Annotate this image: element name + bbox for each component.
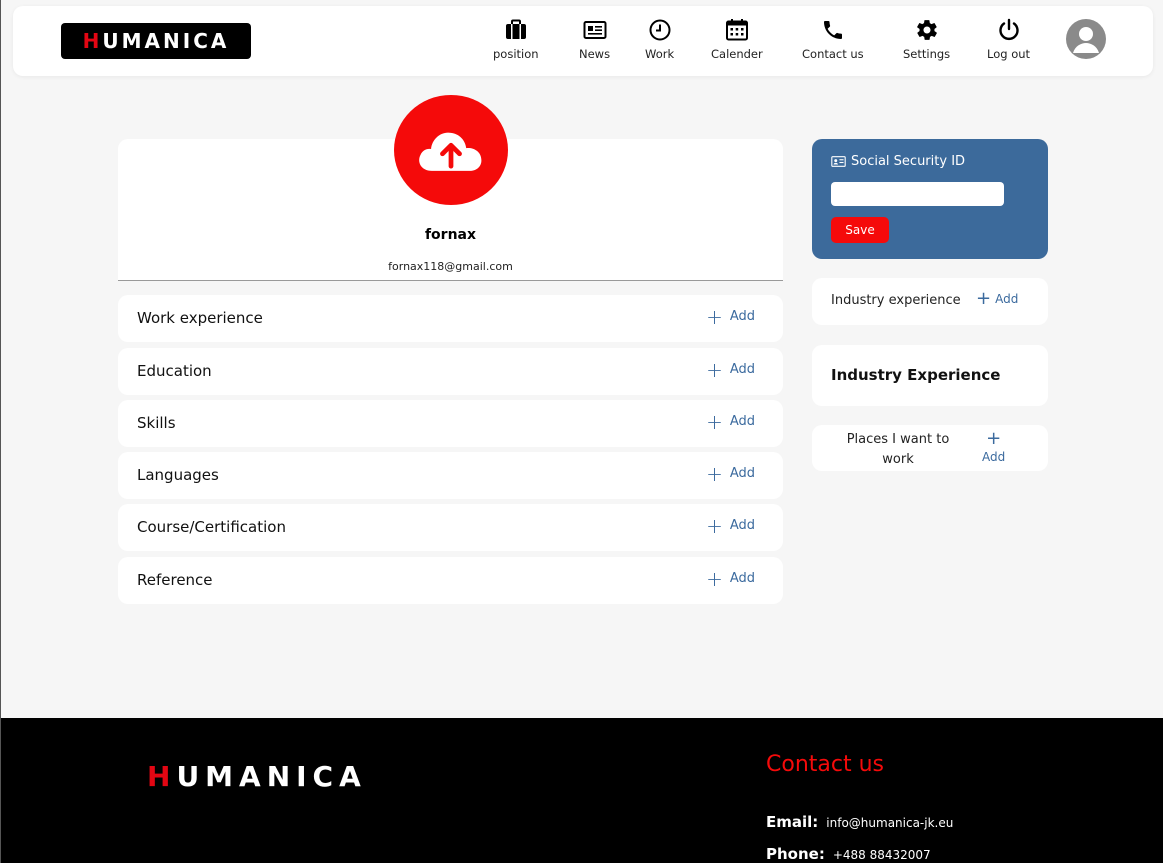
briefcase-icon bbox=[505, 19, 526, 39]
add-label: Add bbox=[729, 414, 755, 429]
plus-icon: + bbox=[706, 566, 723, 591]
add-label: Add bbox=[729, 518, 755, 533]
nav-settings[interactable]: Settings bbox=[903, 18, 950, 61]
footer-email-label: Email: bbox=[766, 813, 819, 831]
user-avatar-icon bbox=[1073, 27, 1099, 53]
nav-label: Contact us bbox=[802, 47, 864, 61]
industry-experience-heading: Industry Experience bbox=[831, 366, 1001, 384]
add-languages-button[interactable]: + Add bbox=[706, 461, 755, 486]
cloud-upload-icon bbox=[419, 132, 482, 171]
industry-experience-label: Industry experience bbox=[831, 293, 961, 308]
industry-experience-card: Industry experience + Add bbox=[812, 278, 1048, 325]
footer-email-value[interactable]: info@humanica-jk.eu bbox=[826, 816, 953, 830]
logo-rest: UMANICA bbox=[102, 29, 230, 53]
footer: HUMANICA Contact us Email: info@humanica-… bbox=[1, 718, 1163, 863]
add-reference-button[interactable]: + Add bbox=[706, 566, 755, 591]
nav-position[interactable]: position bbox=[493, 18, 539, 61]
add-industry-experience-button[interactable]: + Add bbox=[976, 288, 1019, 309]
top-navbar: HUMANICA position News Work Calender Con… bbox=[13, 6, 1153, 76]
places-label: Places I want to work bbox=[846, 432, 950, 467]
add-label: Add bbox=[729, 362, 755, 377]
phone-icon bbox=[823, 21, 842, 39]
plus-icon: + bbox=[706, 304, 723, 329]
section-title: Education bbox=[137, 362, 212, 380]
footer-logo-letter-h: H bbox=[147, 760, 177, 793]
section-title: Course/Certification bbox=[137, 518, 286, 536]
add-label: Add bbox=[729, 309, 755, 324]
ssid-title-text: Social Security ID bbox=[851, 154, 966, 169]
newspaper-icon bbox=[583, 21, 607, 39]
nav-news[interactable]: News bbox=[579, 18, 610, 61]
add-work-experience-button[interactable]: + Add bbox=[706, 304, 755, 329]
humanica-logo[interactable]: HUMANICA bbox=[61, 23, 251, 59]
plus-icon: + bbox=[976, 288, 992, 309]
ssid-save-button[interactable]: Save bbox=[831, 217, 889, 243]
user-avatar[interactable] bbox=[1066, 19, 1106, 59]
footer-logo-rest: UMANICA bbox=[176, 760, 367, 793]
ssid-input[interactable] bbox=[831, 182, 1004, 206]
section-languages: Languages + Add bbox=[118, 452, 783, 499]
footer-logo[interactable]: HUMANICA bbox=[147, 760, 367, 793]
nav-work[interactable]: Work bbox=[645, 18, 674, 61]
social-security-card: Social Security ID Save bbox=[812, 139, 1048, 259]
nav-label: Work bbox=[645, 47, 675, 61]
section-work-experience: Work experience + Add bbox=[118, 295, 783, 342]
calendar-icon bbox=[725, 19, 748, 41]
nav-label: Calender bbox=[711, 47, 763, 61]
nav-log-out[interactable]: Log out bbox=[987, 18, 1030, 61]
industry-experience-list-card: Industry Experience bbox=[812, 345, 1048, 406]
gear-icon bbox=[916, 20, 937, 40]
section-title: Work experience bbox=[137, 309, 263, 327]
section-title: Skills bbox=[137, 414, 176, 432]
footer-contact-title: Contact us bbox=[766, 752, 884, 777]
add-education-button[interactable]: + Add bbox=[706, 357, 755, 382]
nav-calender[interactable]: Calender bbox=[711, 18, 763, 61]
footer-phone-value[interactable]: +488 88432007 bbox=[833, 848, 931, 862]
section-title: Reference bbox=[137, 571, 213, 589]
add-skills-button[interactable]: + Add bbox=[706, 409, 755, 434]
plus-icon: + bbox=[706, 513, 723, 538]
plus-icon: + bbox=[706, 461, 723, 486]
footer-phone-label: Phone: bbox=[766, 845, 825, 863]
section-education: Education + Add bbox=[118, 348, 783, 395]
power-icon bbox=[998, 18, 1019, 41]
upload-photo-button[interactable] bbox=[394, 95, 508, 205]
profile-name: fornax bbox=[424, 227, 477, 243]
section-title: Languages bbox=[137, 466, 219, 484]
footer-phone: Phone: +488 88432007 bbox=[766, 845, 931, 863]
section-course-certification: Course/Certification + Add bbox=[118, 504, 783, 551]
nav-contact-us[interactable]: Contact us bbox=[802, 18, 864, 61]
add-label: Add bbox=[729, 466, 755, 481]
add-label: Add bbox=[995, 292, 1019, 306]
nav-label: position bbox=[493, 47, 539, 61]
add-places-button[interactable]: + Add bbox=[982, 430, 1005, 466]
plus-icon: + bbox=[706, 357, 723, 382]
nav-label: Log out bbox=[987, 47, 1031, 61]
footer-email: Email: info@humanica-jk.eu bbox=[766, 813, 953, 831]
add-label: Add bbox=[729, 571, 755, 586]
plus-icon: + bbox=[986, 428, 1002, 449]
nav-label: Settings bbox=[903, 47, 951, 61]
profile-email: fornax118@gmail.com bbox=[388, 260, 513, 273]
logo-letter-h: H bbox=[82, 29, 103, 53]
add-course-certification-button[interactable]: + Add bbox=[706, 513, 755, 538]
plus-icon: + bbox=[706, 409, 723, 434]
clock-icon bbox=[649, 19, 671, 41]
add-label: Add bbox=[982, 450, 1006, 464]
ssid-title: Social Security ID bbox=[831, 154, 965, 169]
nav-label: News bbox=[579, 47, 611, 61]
places-card: Places I want to work + Add bbox=[812, 425, 1048, 471]
section-reference: Reference + Add bbox=[118, 557, 783, 604]
section-skills: Skills + Add bbox=[118, 400, 783, 447]
id-card-icon bbox=[831, 156, 846, 167]
